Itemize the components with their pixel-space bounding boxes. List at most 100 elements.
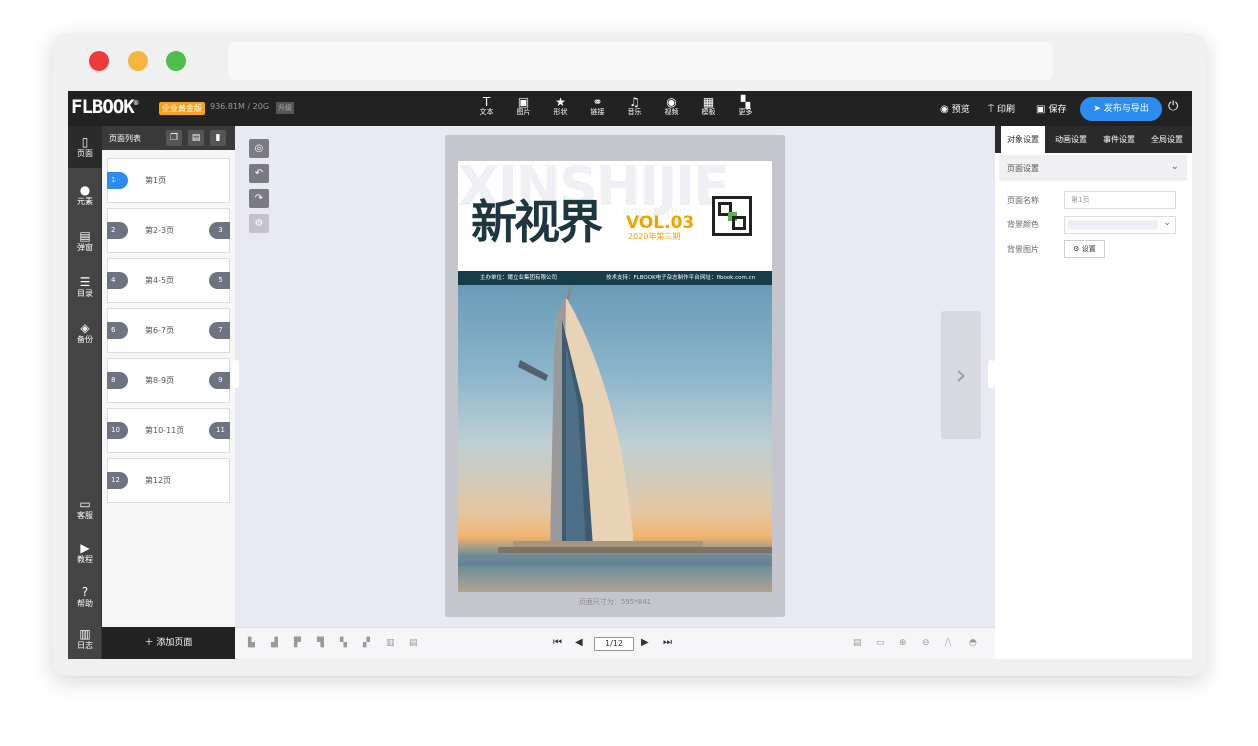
address-bar[interactable] [228, 42, 1053, 80]
page-settings-section[interactable]: 页面设置 ⌄ [999, 155, 1187, 181]
settings-tabs: 对象设置 动画设置 事件设置 全局设置 [995, 126, 1192, 153]
zoom-in-icon[interactable]: ⊕ [899, 638, 907, 648]
page-card[interactable]: 6 7 第6-7页 [107, 308, 230, 353]
help-icon: ? [81, 585, 89, 599]
redo-icon[interactable]: ↷ [249, 189, 269, 208]
tool-star[interactable]: ★ 形状 [542, 96, 579, 117]
zoom-out-icon[interactable]: ⊖ [922, 638, 930, 648]
page-card[interactable]: 1 第1页 [107, 158, 230, 203]
theme-icon[interactable]: ◓ [969, 638, 977, 648]
nav-label: 目录 [77, 289, 93, 298]
prev-page-icon[interactable]: ◀ [575, 637, 583, 648]
tool-text[interactable]: T 文本 [468, 96, 505, 117]
tool-more[interactable]: ▚ 更多 [727, 96, 764, 117]
page-card[interactable]: 10 11 第10-11页 [107, 408, 230, 453]
page-card[interactable]: 8 9 第8-9页 [107, 358, 230, 403]
close-window-dot[interactable] [89, 51, 109, 71]
duplicate-page-icon[interactable]: ▤ [188, 130, 204, 146]
first-page-icon[interactable]: ⏮ [553, 637, 562, 648]
next-page-icon[interactable]: ▶ [641, 637, 649, 648]
undo-icon[interactable]: ↶ [249, 164, 269, 183]
tech-support-text: 技术支持：FLBOOK电子杂志制作平台 [606, 275, 700, 281]
copy-page-icon[interactable]: ❐ [166, 130, 182, 146]
tool-template[interactable]: ▦ 模板 [690, 96, 727, 117]
minimize-window-dot[interactable] [128, 51, 148, 71]
save-icon: ▣ [1036, 104, 1046, 115]
nav-item-element[interactable]: ● 元素 [68, 183, 102, 207]
send-icon: ➤ [1093, 104, 1104, 114]
nav-item-catalog[interactable]: ☰ 目录 [68, 275, 102, 299]
tool-label: 图片 [516, 108, 531, 116]
nav-item-help[interactable]: ? 帮助 [68, 585, 102, 609]
page-card-label: 第8-9页 [145, 376, 175, 385]
page-card[interactable]: 4 5 第4-5页 [107, 258, 230, 303]
tool-music[interactable]: ♫ 音乐 [616, 96, 653, 117]
left-navigation: ▯ 页面 ● 元素 ▤ 弹窗 ☰ 目录 ◈ 备份 ▭ 客服 ▶ 教程 ? 帮助 ▥ 日志 [68, 126, 102, 659]
maximize-window-dot[interactable] [166, 51, 186, 71]
tab-settings-2[interactable]: 事件设置 [1097, 126, 1141, 153]
page-canvas: XINSHIJIE 新视界 VOL.03 2020年第三期 主办单位：爾立业集团… [445, 135, 785, 617]
nav-item-backup[interactable]: ◈ 备份 [68, 321, 102, 345]
cover-page[interactable]: XINSHIJIE 新视界 VOL.03 2020年第三期 主办单位：爾立业集团… [458, 161, 772, 592]
upgrade-button[interactable]: 升级 [276, 102, 294, 114]
preview-button[interactable]: ◉ 预览 [940, 102, 970, 115]
print-icon: ⍑ [988, 104, 994, 115]
align-right-icon[interactable]: ▛ [294, 638, 301, 648]
distribute-vertical-icon[interactable]: ▤ [409, 638, 418, 648]
align-left-icon[interactable]: ▙ [248, 638, 255, 648]
tool-image[interactable]: ▣ 图片 [505, 96, 542, 117]
tab-settings-3[interactable]: 全局设置 [1144, 126, 1190, 153]
print-button[interactable]: ⍑ 印刷 [988, 102, 1015, 115]
next-page-panel[interactable]: › [941, 311, 981, 439]
locate-icon[interactable]: ◎ [249, 139, 269, 158]
tab-settings-1[interactable]: 动画设置 [1049, 126, 1093, 153]
distribute-horizontal-icon[interactable]: ▥ [386, 638, 395, 648]
align-bottom-icon[interactable]: ▞ [363, 638, 370, 648]
page-number-input[interactable]: 1/12 [594, 637, 634, 651]
tool-label: 视频 [664, 108, 679, 116]
align-middle-icon[interactable]: ▚ [340, 638, 347, 648]
page-number-badge-right: 11 [209, 422, 230, 439]
page-size-text: 页面尺寸为：595*841 [578, 598, 652, 606]
tool-label: 形状 [553, 108, 568, 116]
power-icon[interactable]: ⏻ [1168, 99, 1178, 114]
last-page-icon[interactable]: ⏭ [663, 637, 672, 648]
single-page-icon[interactable]: ▤ [853, 638, 862, 648]
page-name-input[interactable]: 第1页 [1064, 191, 1176, 209]
page-card-label: 第10-11页 [145, 426, 185, 435]
tool-video[interactable]: ◉ 视频 [653, 96, 690, 117]
tool-link[interactable]: ⚭ 链接 [579, 96, 616, 117]
publish-export-button[interactable]: ➤ 发布与导出 [1080, 97, 1162, 121]
nav-item-tutorial[interactable]: ▶ 教程 [68, 541, 102, 565]
settings-icon[interactable]: ⚙ [249, 214, 269, 233]
bg-color-label: 背景颜色 [1007, 220, 1039, 229]
align-center-icon[interactable]: ▟ [271, 638, 278, 648]
fit-screen-icon[interactable]: ▭ [876, 638, 885, 648]
nav-item-page[interactable]: ▯ 页面 [68, 126, 102, 168]
cover-issue: 2020年第三期 [628, 232, 681, 241]
bg-color-picker[interactable]: ⌄ [1064, 216, 1176, 234]
editor-app: FLBOOK® 企业黄金版 936.81M / 20G 升级 T 文本 ▣ 图片 ★ 形状… [68, 91, 1192, 659]
left-collapse-handle[interactable] [232, 360, 239, 388]
page-card-label: 第12页 [145, 476, 172, 485]
delete-page-icon[interactable]: ▮ [210, 130, 226, 146]
nav-item-log[interactable]: ▥ 日志 [68, 627, 102, 651]
backup-icon: ◈ [80, 321, 90, 335]
page-card[interactable]: 2 3 第2-3页 [107, 208, 230, 253]
page-card[interactable]: 12 第12页 [107, 458, 230, 503]
tab-settings-0[interactable]: 对象设置 [1001, 126, 1045, 153]
bottom-toolbar: ▙ ▟ ▛ ▜ ▚ ▞ ▥ ▤ ⏮ ◀ 1/12 ▶ ⏭ ▤ ▭ ⊕ ⊖ ⧸⧹ … [235, 627, 995, 659]
ruler-icon[interactable]: ⧸⧹ [945, 638, 951, 648]
page-number-badge: 1 [107, 172, 128, 189]
page-card-label: 第6-7页 [145, 326, 175, 335]
nav-item-service[interactable]: ▭ 客服 [68, 497, 102, 521]
save-button[interactable]: ▣ 保存 [1036, 102, 1066, 115]
page-number-badge-right: 9 [209, 372, 230, 389]
right-collapse-handle[interactable] [988, 360, 995, 388]
bg-image-set-button[interactable]: ⚙ 设置 [1064, 240, 1105, 258]
nav-item-popup[interactable]: ▤ 弹窗 [68, 229, 102, 253]
align-top-icon[interactable]: ▜ [317, 638, 324, 648]
add-page-button[interactable]: ＋ 添加页面 [102, 627, 235, 659]
page-number-badge: 8 [107, 372, 128, 389]
plus-icon: ＋ [144, 638, 157, 648]
